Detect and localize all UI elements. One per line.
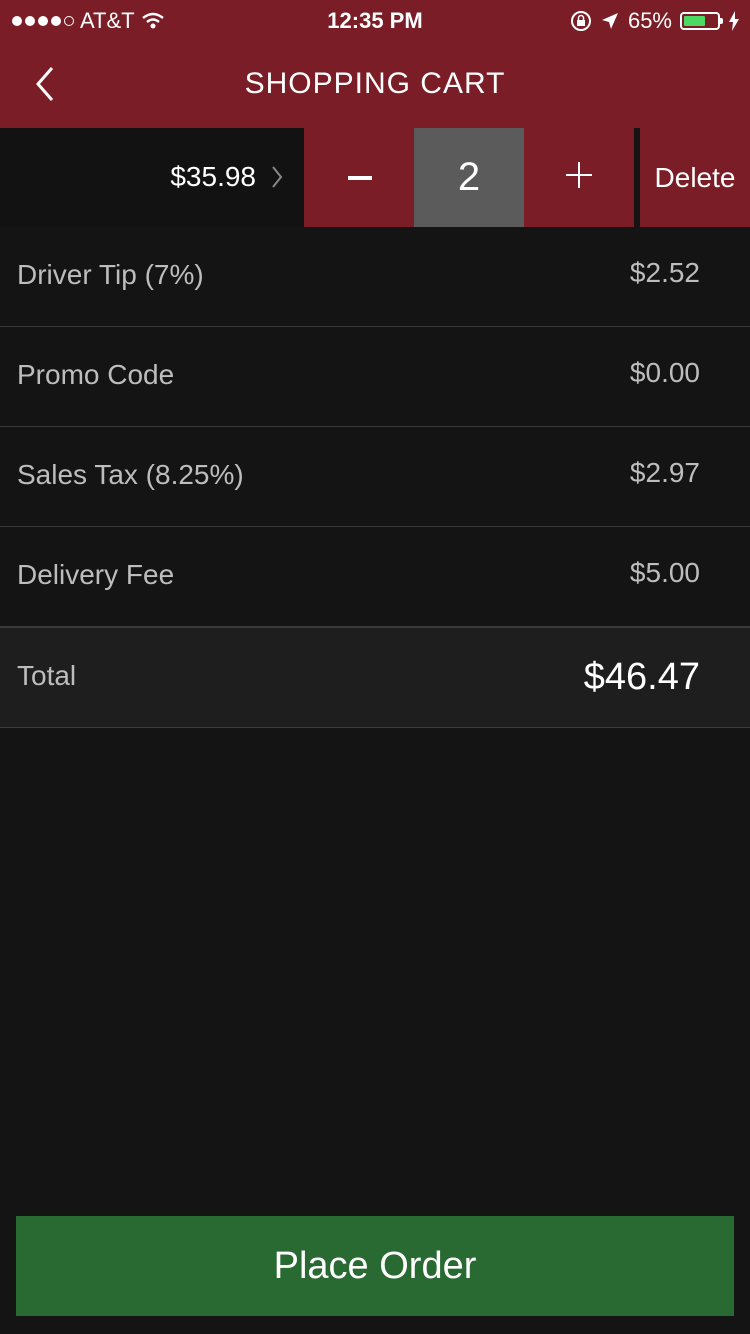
total-label: Total xyxy=(17,660,77,691)
summary-label: Promo Code xyxy=(17,359,175,390)
status-bar: AT&T 12:35 PM 65% xyxy=(0,0,750,42)
cart-item-details[interactable]: $35.98 xyxy=(0,128,304,227)
order-summary: Driver Tip (7%) $2.52 Promo Code $0.00 S… xyxy=(0,227,750,728)
increase-quantity-button[interactable] xyxy=(524,128,634,227)
summary-value: $5.00 xyxy=(629,557,700,588)
summary-value: $2.52 xyxy=(629,257,700,288)
charging-bolt-icon xyxy=(729,11,739,31)
summary-row-sales-tax: Sales Tax (8.25%) $2.97 xyxy=(0,427,750,527)
summary-row-delivery-fee: Delivery Fee $5.00 xyxy=(0,527,750,627)
summary-row-total: Total $46.47 xyxy=(0,627,750,728)
rotation-lock-icon xyxy=(570,11,591,31)
decrease-quantity-button[interactable] xyxy=(304,128,414,227)
summary-label: Sales Tax (8.25%) xyxy=(17,459,244,490)
summary-row-driver-tip: Driver Tip (7%) $2.52 xyxy=(0,227,750,327)
total-value: $46.47 xyxy=(583,656,700,698)
quantity-display: 2 xyxy=(414,128,524,227)
summary-label: Delivery Fee xyxy=(17,559,175,590)
place-order-button[interactable]: Place Order xyxy=(16,1216,734,1316)
summary-value: $0.00 xyxy=(629,357,700,388)
location-arrow-icon xyxy=(601,13,618,29)
chevron-right-icon xyxy=(272,166,283,188)
summary-label: Driver Tip (7%) xyxy=(17,259,204,290)
battery-percent: 65% xyxy=(627,8,672,33)
minus-icon xyxy=(348,176,372,180)
cart-item-row: $35.98 2 Delete xyxy=(0,128,750,227)
summary-value: $2.97 xyxy=(629,457,700,488)
navigation-bar: SHOPPING CART xyxy=(0,42,750,128)
page-title: SHOPPING CART xyxy=(244,67,506,100)
summary-row-promo-code[interactable]: Promo Code $0.00 xyxy=(0,327,750,427)
delete-button[interactable]: Delete xyxy=(640,128,750,227)
battery-icon xyxy=(680,12,723,30)
status-right: 65% xyxy=(570,8,740,34)
cart-item-price: $35.98 xyxy=(170,161,256,192)
